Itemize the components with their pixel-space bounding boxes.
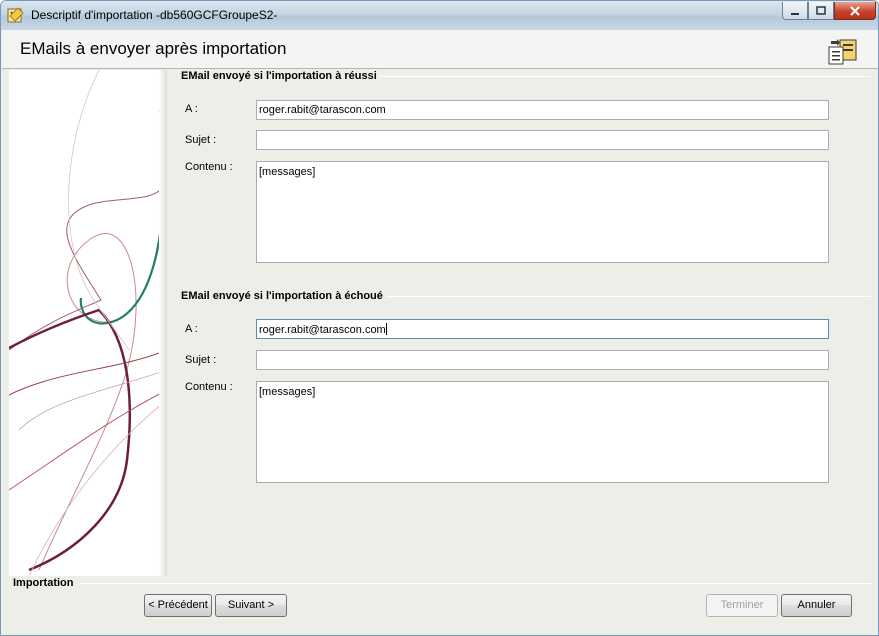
failure-section-title: EMail envoyé si l'importation à échoué	[181, 290, 386, 302]
maximize-icon	[816, 5, 826, 15]
page-header: EMails à envoyer après importation	[2, 30, 878, 69]
import-descriptor-window: Descriptif d'importation -db560GCFGroupe…	[0, 0, 879, 636]
failure-to-input[interactable]: roger.rabit@tarascon.com	[256, 319, 829, 339]
side-panel-shade	[159, 70, 167, 576]
maximize-button[interactable]	[808, 2, 834, 20]
success-content-label: Contenu :	[185, 161, 233, 173]
page-title: EMails à envoyer après importation	[20, 39, 287, 58]
success-content-textarea[interactable]: [messages]	[256, 161, 829, 263]
text-caret	[385, 323, 387, 335]
success-section-title: EMail envoyé si l'importation à réussi	[181, 70, 380, 82]
minimize-icon	[791, 12, 799, 15]
failure-subject-input[interactable]	[256, 350, 829, 370]
previous-button[interactable]: < Précédent	[144, 594, 212, 617]
failure-content-label: Contenu :	[185, 381, 233, 393]
documents-export-icon	[828, 39, 857, 65]
close-button[interactable]	[834, 2, 876, 20]
failure-to-value: roger.rabit@tarascon.com	[259, 324, 386, 336]
success-subject-label: Sujet :	[185, 134, 217, 146]
decorative-side-panel	[9, 70, 167, 576]
footer-group-label: Importation	[13, 577, 77, 589]
next-button[interactable]: Suivant >	[215, 594, 287, 617]
cancel-button[interactable]: Annuler	[781, 594, 852, 617]
failure-subject-label: Sujet :	[185, 354, 217, 366]
success-to-label: A :	[185, 103, 198, 115]
finish-button[interactable]: Terminer	[706, 594, 778, 617]
success-to-input[interactable]: roger.rabit@tarascon.com	[256, 100, 829, 120]
minimize-button[interactable]	[782, 2, 808, 20]
close-icon	[850, 5, 860, 16]
footer-divider	[79, 583, 872, 584]
swirl-decoration	[9, 70, 167, 576]
success-subject-input[interactable]	[256, 130, 829, 150]
import-wizard-icon	[7, 7, 24, 23]
window-title: Descriptif d'importation -db560GCFGroupe…	[31, 8, 278, 22]
failure-content-textarea[interactable]: [messages]	[256, 381, 829, 483]
title-bar[interactable]: Descriptif d'importation -db560GCFGroupe…	[1, 1, 878, 30]
failure-to-label: A :	[185, 323, 198, 335]
